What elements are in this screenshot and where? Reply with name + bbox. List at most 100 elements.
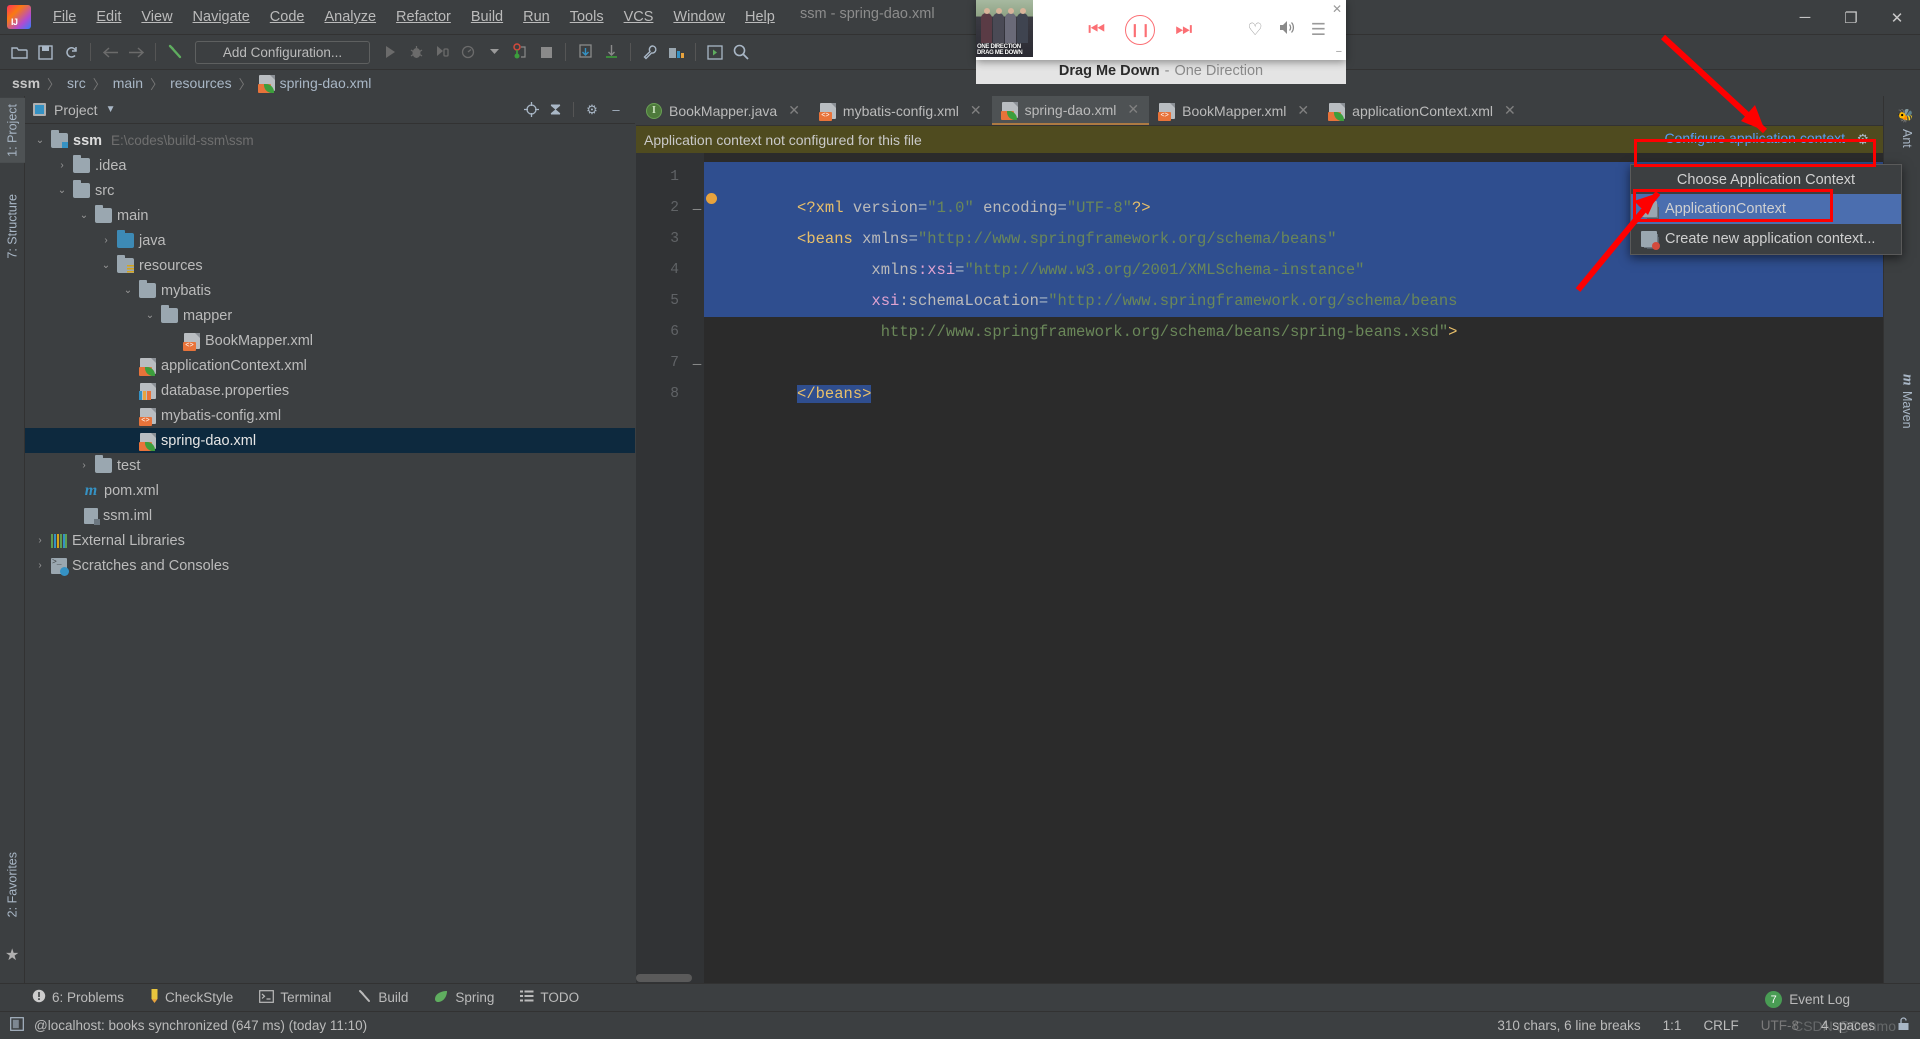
window-maximize-button[interactable]: ❐: [1828, 0, 1874, 35]
player-minimize-icon[interactable]: −: [1336, 46, 1342, 58]
coverage-icon[interactable]: [429, 39, 455, 65]
tab-mybatis-config-xml[interactable]: mybatis-config.xml ✕: [810, 96, 992, 125]
project-structure-icon[interactable]: [663, 39, 689, 65]
chevron-down-icon[interactable]: ▼: [106, 104, 116, 115]
tree-row-pom-xml[interactable]: m pom.xml: [25, 478, 635, 503]
chevron-down-icon[interactable]: ⌄: [55, 184, 69, 198]
collapse-all-icon[interactable]: [544, 99, 566, 121]
menu-file[interactable]: File: [43, 5, 86, 29]
tree-row-test[interactable]: › test: [25, 453, 635, 478]
tree-row-java[interactable]: › java: [25, 228, 635, 253]
chevron-down-icon[interactable]: ⌄: [33, 134, 47, 148]
menu-view[interactable]: View: [131, 5, 182, 29]
next-track-icon[interactable]: ⏭: [1175, 19, 1192, 41]
menu-tools[interactable]: Tools: [560, 5, 614, 29]
event-log-button[interactable]: 7 Event Log: [1765, 991, 1850, 1008]
chevron-right-icon[interactable]: ›: [33, 559, 47, 573]
debug-icon[interactable]: [403, 39, 429, 65]
code-text[interactable]: <?xml version="1.0" encoding="UTF-8"?> <…: [704, 153, 1883, 983]
menu-run[interactable]: Run: [513, 5, 560, 29]
player-close-icon[interactable]: ✕: [1332, 2, 1342, 16]
menu-window[interactable]: Window: [663, 5, 735, 29]
tree-row-ssm[interactable]: ⌄ ssm E:\codes\build-ssm\ssm: [25, 128, 635, 153]
tree-row-mybatis[interactable]: ⌄ mybatis: [25, 278, 635, 303]
chevron-down-icon[interactable]: ⌄: [99, 259, 113, 273]
code-editor[interactable]: 1 2 3 4 5 6 7 8 ─ ─ <?xml version="1.0" …: [636, 153, 1883, 983]
status-lock-icon[interactable]: [1897, 1017, 1910, 1034]
menu-refactor[interactable]: Refactor: [386, 5, 461, 29]
search-everywhere-icon[interactable]: [728, 39, 754, 65]
menu-help[interactable]: Help: [735, 5, 785, 29]
tab-applicationcontext-xml[interactable]: applicationContext.xml ✕: [1319, 96, 1526, 125]
tree-row-src[interactable]: ⌄ src: [25, 178, 635, 203]
menu-navigate[interactable]: Navigate: [183, 5, 260, 29]
horizontal-scrollbar-thumb[interactable]: [636, 974, 692, 982]
fold-marker-beans-open[interactable]: ─: [690, 193, 704, 224]
sync-icon[interactable]: [58, 39, 84, 65]
sidebar-item-maven[interactable]: m Maven: [1894, 366, 1920, 436]
breadcrumb-item-src[interactable]: src: [67, 75, 86, 91]
chevron-down-icon[interactable]: [481, 39, 507, 65]
close-icon[interactable]: ✕: [970, 102, 982, 119]
breadcrumb-item-resources[interactable]: resources: [170, 75, 231, 91]
tree-row-mapper[interactable]: ⌄ mapper: [25, 303, 635, 328]
hide-panel-icon[interactable]: –: [605, 99, 627, 121]
tool-window-todo[interactable]: TODO: [520, 990, 579, 1005]
breadcrumb-item-main[interactable]: main: [113, 75, 143, 91]
playlist-icon[interactable]: ☰: [1311, 20, 1326, 40]
tree-row-ssm-iml[interactable]: ssm.iml: [25, 503, 635, 528]
stop-icon[interactable]: [533, 39, 559, 65]
tree-row-mybatis-config-xml[interactable]: mybatis-config.xml: [25, 403, 635, 428]
sidebar-item-favorites[interactable]: 2: Favorites: [0, 846, 25, 923]
tree-row-scratches-consoles[interactable]: › Scratches and Consoles: [25, 553, 635, 578]
forward-arrow-icon[interactable]: [123, 39, 149, 65]
back-arrow-icon[interactable]: [97, 39, 123, 65]
tool-window-spring[interactable]: Spring: [434, 990, 494, 1006]
settings-gear-icon[interactable]: ⚙: [1856, 131, 1869, 148]
tab-bookmapper-java[interactable]: I BookMapper.java ✕: [636, 96, 810, 125]
chevron-down-icon[interactable]: ⌄: [77, 209, 91, 223]
chevron-right-icon[interactable]: ›: [33, 534, 47, 548]
tree-row-bookmapper-xml[interactable]: BookMapper.xml: [25, 328, 635, 353]
settings-wrench-icon[interactable]: [637, 39, 663, 65]
settings-gear-icon[interactable]: ⚙: [581, 99, 603, 121]
tool-window-checkstyle[interactable]: CheckStyle: [150, 988, 233, 1007]
tree-row-external-libraries[interactable]: › External Libraries: [25, 528, 635, 553]
run-anything-icon[interactable]: [702, 39, 728, 65]
fold-marker-beans-close[interactable]: ─: [690, 348, 704, 379]
save-icon[interactable]: [32, 39, 58, 65]
close-icon[interactable]: ✕: [1127, 101, 1139, 118]
chevron-right-icon[interactable]: ›: [55, 159, 69, 173]
status-console-icon[interactable]: [10, 1017, 24, 1034]
favorites-star-icon[interactable]: ★: [5, 945, 19, 965]
update-project-icon[interactable]: [572, 39, 598, 65]
tree-row-database-properties[interactable]: database.properties: [25, 378, 635, 403]
close-icon[interactable]: ✕: [1297, 102, 1309, 119]
open-folder-icon[interactable]: [6, 39, 32, 65]
tree-row-applicationcontext-xml[interactable]: applicationContext.xml: [25, 353, 635, 378]
dropdown-item-applicationcontext[interactable]: ApplicationContext: [1631, 194, 1901, 224]
breadcrumb-item-spring-dao[interactable]: spring-dao.xml: [280, 75, 372, 91]
menu-analyze[interactable]: Analyze: [314, 5, 386, 29]
volume-icon[interactable]: [1278, 20, 1296, 40]
window-minimize-button[interactable]: ─: [1782, 0, 1828, 35]
tool-window-terminal[interactable]: Terminal: [259, 989, 331, 1006]
tree-row-resources[interactable]: ⌄ resources: [25, 253, 635, 278]
menu-code[interactable]: Code: [260, 5, 315, 29]
window-close-button[interactable]: ✕: [1874, 0, 1920, 35]
chevron-right-icon[interactable]: ›: [99, 234, 113, 248]
commit-icon[interactable]: [598, 39, 624, 65]
tool-window-build[interactable]: Build: [357, 989, 408, 1007]
menu-build[interactable]: Build: [461, 5, 513, 29]
configure-application-context-link[interactable]: Configure application context: [1664, 130, 1845, 146]
status-line-separator[interactable]: CRLF: [1703, 1018, 1738, 1033]
close-icon[interactable]: ✕: [1504, 102, 1516, 119]
add-configuration-button[interactable]: Add Configuration...: [195, 40, 370, 64]
tool-window-problems[interactable]: 6: Problems: [32, 989, 124, 1006]
tab-bookmapper-xml[interactable]: BookMapper.xml ✕: [1149, 96, 1319, 125]
dropdown-item-create-new-context[interactable]: Create new application context...: [1631, 224, 1901, 254]
run-icon[interactable]: [377, 39, 403, 65]
chevron-down-icon[interactable]: ⌄: [121, 284, 135, 298]
menu-vcs[interactable]: VCS: [614, 5, 664, 29]
chevron-down-icon[interactable]: ⌄: [143, 309, 157, 323]
